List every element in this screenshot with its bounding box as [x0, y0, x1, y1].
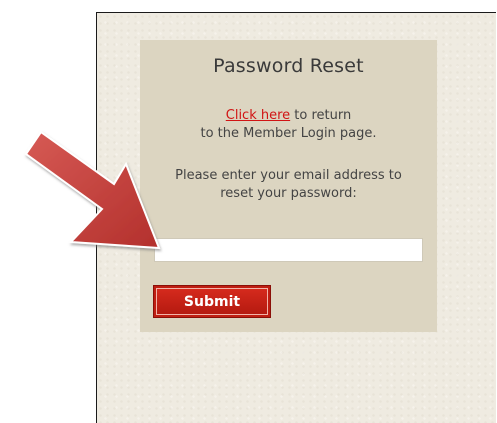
screenshot-stage: Password Reset Click here to return to t…	[0, 0, 497, 423]
password-reset-panel: Password Reset Click here to return to t…	[140, 40, 437, 332]
submit-button[interactable]: Submit	[156, 288, 268, 315]
click-here-link[interactable]: Click here	[226, 108, 290, 123]
return-text-suffix: to return	[290, 108, 352, 123]
instruction-text: Please enter your email address to reset…	[140, 167, 437, 203]
instruction-line2: reset your password:	[220, 186, 357, 201]
page-title: Password Reset	[213, 55, 364, 77]
instruction-line1: Please enter your email address to	[175, 168, 402, 183]
submit-button-frame[interactable]: Submit	[153, 285, 271, 318]
return-text-line2: to the Member Login page.	[200, 126, 377, 141]
return-to-login-text: Click here to return to the Member Login…	[140, 107, 437, 143]
email-field[interactable]	[154, 238, 423, 262]
